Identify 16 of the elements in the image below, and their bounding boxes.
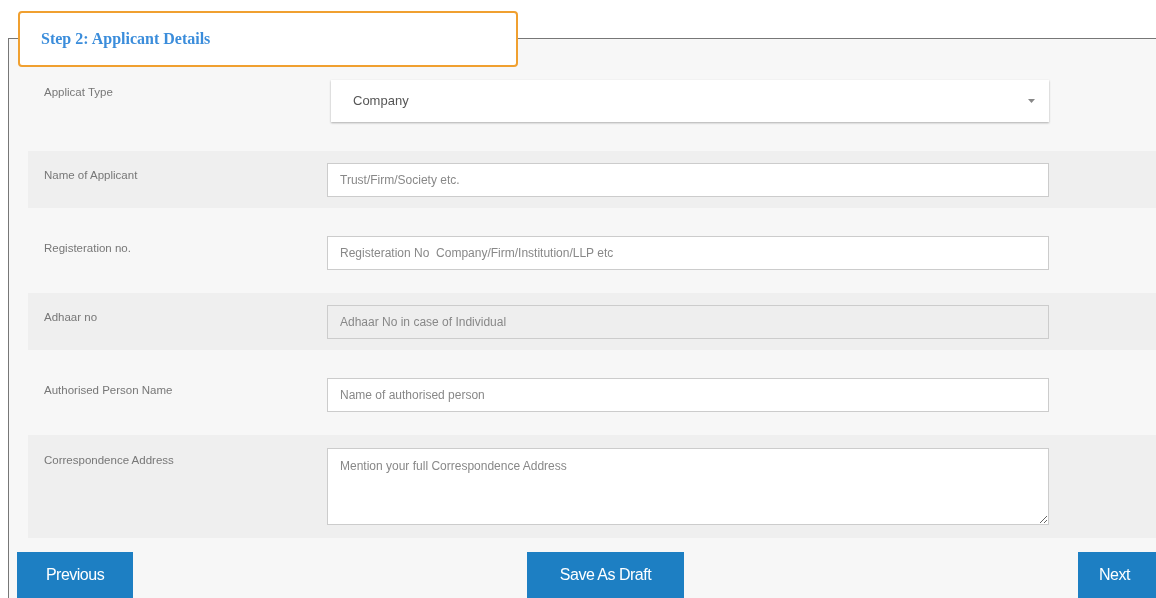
- caret-icon: [1028, 99, 1035, 103]
- form-button[interactable]: Next: [1078, 552, 1156, 598]
- input-field[interactable]: Trust/Firm/Society etc.: [327, 163, 1049, 197]
- section-title: Step 2: Applicant Details: [41, 29, 211, 50]
- address-field[interactable]: Mention your full Correspondence Address: [327, 448, 1049, 525]
- type-dropdown[interactable]: Company: [331, 80, 1049, 122]
- input-field[interactable]: Name of authorised person: [327, 378, 1049, 412]
- field-label: Name of Applicant: [43, 168, 139, 183]
- field-label: Registeration no.: [43, 241, 132, 256]
- field-label: Adhaar no: [43, 310, 99, 325]
- input-field[interactable]: Registeration No Company/Firm/Institution/LLP etc: [327, 236, 1049, 270]
- field-label: Correspondence Address: [43, 453, 175, 468]
- field-label: Applicat Type: [43, 85, 114, 100]
- form-button[interactable]: Save As Draft: [527, 552, 684, 598]
- form-button[interactable]: Previous: [17, 552, 133, 598]
- field-label: Authorised Person Name: [43, 383, 174, 398]
